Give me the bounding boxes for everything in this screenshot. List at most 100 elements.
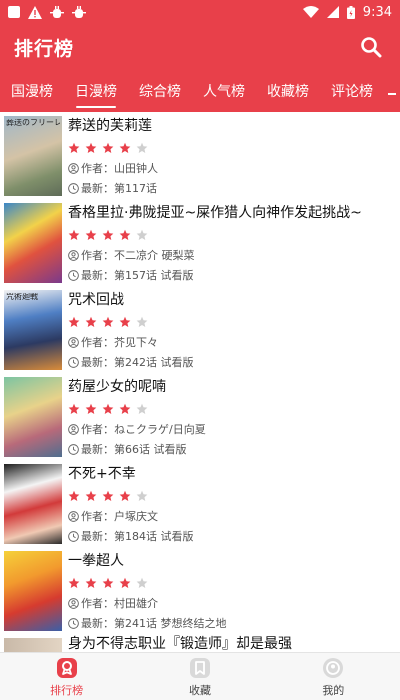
list-item[interactable]: 一拳超人 作者： 村田雄介 最新： 第241话 梦想终结之地: [0, 547, 400, 634]
author-name: 村田雄介: [114, 597, 158, 610]
latest-chapter: 第117话: [114, 182, 157, 195]
search-button[interactable]: [356, 32, 386, 62]
tab-label: 收藏榜: [267, 84, 309, 100]
clock-icon: [68, 443, 79, 455]
tab-riman[interactable]: 日漫榜: [64, 70, 128, 112]
author-icon: [68, 510, 79, 522]
cover-text: 咒術廻戦: [6, 293, 38, 301]
nav-item-ranking[interactable]: 排行榜: [0, 653, 133, 700]
star-filled-icon: [85, 403, 97, 414]
comic-cover[interactable]: [4, 377, 62, 457]
list-item[interactable]: 咒術廻戦 咒术回战 作者： 芥见下々 最新： 第242话 试看版: [0, 286, 400, 373]
tab-overflow-indicator[interactable]: [384, 70, 400, 112]
star-filled-icon: [119, 403, 131, 414]
author-line: 作者： 不二凉介 硬梨菜: [68, 245, 400, 265]
profile-icon: [323, 657, 344, 678]
author-name: 户塚庆文: [114, 510, 158, 523]
list-item[interactable]: 葬送のフリーレン 葬送的芙莉莲 作者：山田钟人 最新：第117话: [0, 112, 400, 199]
star-empty-icon: [136, 490, 148, 501]
nav-item-profile[interactable]: 我的: [267, 653, 400, 700]
cover-text: 葬送のフリーレン: [6, 119, 60, 127]
warning-icon: [28, 5, 42, 19]
nav-label: 排行榜: [50, 683, 84, 697]
author-name: ねこクラゲ/日向夏: [114, 423, 206, 436]
star-filled-icon: [119, 142, 131, 153]
tab-zonghe[interactable]: 综合榜: [128, 70, 192, 112]
latest-line: 最新： 第241话 梦想终结之地: [68, 613, 400, 633]
comic-title: 咒术回战: [68, 292, 124, 308]
clock-icon: [68, 356, 79, 368]
rating-stars: [68, 486, 400, 506]
page-title: 排行榜: [14, 37, 75, 60]
star-filled-icon: [102, 490, 114, 501]
latest-chapter: 第241话 梦想终结之地: [114, 617, 227, 630]
star-filled-icon: [102, 577, 114, 588]
author-line: 作者： 芥见下々: [68, 332, 400, 352]
latest-line: 最新： 第157话 试看版: [68, 265, 400, 285]
star-filled-icon: [119, 316, 131, 327]
tab-shoucang[interactable]: 收藏榜: [256, 70, 320, 112]
author-line: 作者： ねこクラゲ/日向夏: [68, 419, 400, 439]
list-item[interactable]: 不死+不幸 作者： 户塚庆文 最新： 第184话 试看版: [0, 460, 400, 547]
star-filled-icon: [68, 490, 80, 501]
search-icon: [361, 37, 382, 58]
author-prefix: 作者：: [81, 597, 114, 610]
comic-title: 葬送的芙莉莲: [68, 118, 152, 134]
comic-info: 一拳超人 作者： 村田雄介 最新： 第241话 梦想终结之地: [68, 551, 400, 634]
star-filled-icon: [68, 403, 80, 414]
list-item[interactable]: 药屋少女的呢喃 作者： ねこクラゲ/日向夏 最新： 第66话 试看版: [0, 373, 400, 460]
category-tabs: 国漫榜 日漫榜 综合榜 人气榜 收藏榜 评论榜: [0, 70, 400, 112]
star-filled-icon: [68, 142, 80, 153]
comic-cover[interactable]: [4, 203, 62, 283]
bottom-nav: 排行榜 收藏 我的: [0, 652, 400, 700]
clock-icon: [68, 530, 79, 542]
comic-title: 香格里拉·弗陇提亚~屎作猎人向神作发起挑战~: [68, 205, 362, 221]
comic-info: 不死+不幸 作者： 户塚庆文 最新： 第184话 试看版: [68, 464, 400, 547]
comic-info: 葬送的芙莉莲 作者： 山田钟人 最新： 第117话: [68, 116, 400, 199]
tab-label: 国漫榜: [11, 84, 53, 100]
tab-label: 评论榜: [331, 84, 373, 100]
clock-icon: [68, 182, 79, 194]
author-name: 山田钟人: [114, 162, 158, 175]
latest-line: 最新： 第66话 试看版: [68, 439, 400, 459]
status-time: 9:34: [362, 4, 392, 20]
latest-line: 最新： 第184话 试看版: [68, 526, 400, 546]
bookmark-icon: [189, 657, 210, 678]
comic-cover-partial[interactable]: [4, 638, 62, 652]
author-icon: [68, 162, 79, 174]
author-prefix: 作者：: [81, 249, 114, 262]
latest-prefix: 最新：: [81, 269, 114, 282]
tab-pinglun[interactable]: 评论榜: [320, 70, 384, 112]
comic-cover[interactable]: 葬送のフリーレン: [4, 116, 62, 196]
latest-chapter: 第66话 试看版: [114, 443, 187, 456]
battery-icon: [346, 5, 355, 19]
star-filled-icon: [102, 403, 114, 414]
author-icon: [68, 423, 79, 435]
latest-prefix: 最新：: [81, 617, 114, 630]
latest-prefix: 最新：: [81, 356, 114, 369]
tab-label: 人气榜: [203, 84, 245, 100]
star-filled-icon: [102, 229, 114, 240]
rating-stars: [68, 312, 400, 332]
author-icon: [68, 249, 79, 261]
star-filled-icon: [119, 577, 131, 588]
tab-guoman[interactable]: 国漫榜: [0, 70, 64, 112]
star-filled-icon: [102, 316, 114, 327]
comic-info: 香格里拉·弗陇提亚~屎作猎人向神作发起挑战~ 作者： 不二凉介 硬梨菜 最新： 第1…: [68, 203, 400, 286]
comic-title: 身为不得志职业『锻造师』却是最强: [68, 636, 292, 652]
nav-label: 我的: [322, 683, 345, 697]
latest-line: 最新： 第242话 试看版: [68, 352, 400, 372]
comic-cover[interactable]: [4, 551, 62, 631]
author-name: 不二凉介 硬梨菜: [114, 249, 195, 262]
nav-item-favorites[interactable]: 收藏: [133, 653, 266, 700]
list-item[interactable]: 香格里拉·弗陇提亚~屎作猎人向神作发起挑战~ 作者： 不二凉介 硬梨菜 最新： 第1…: [0, 199, 400, 286]
latest-prefix: 最新：: [81, 443, 114, 456]
star-filled-icon: [68, 316, 80, 327]
tab-renqi[interactable]: 人气榜: [192, 70, 256, 112]
comic-cover[interactable]: 咒術廻戦: [4, 290, 62, 370]
author-line: 作者： 村田雄介: [68, 593, 400, 613]
comic-cover[interactable]: [4, 464, 62, 544]
comic-title: 一拳超人: [68, 553, 124, 569]
wifi-icon: [302, 6, 319, 18]
notification-square-icon: [8, 6, 20, 18]
